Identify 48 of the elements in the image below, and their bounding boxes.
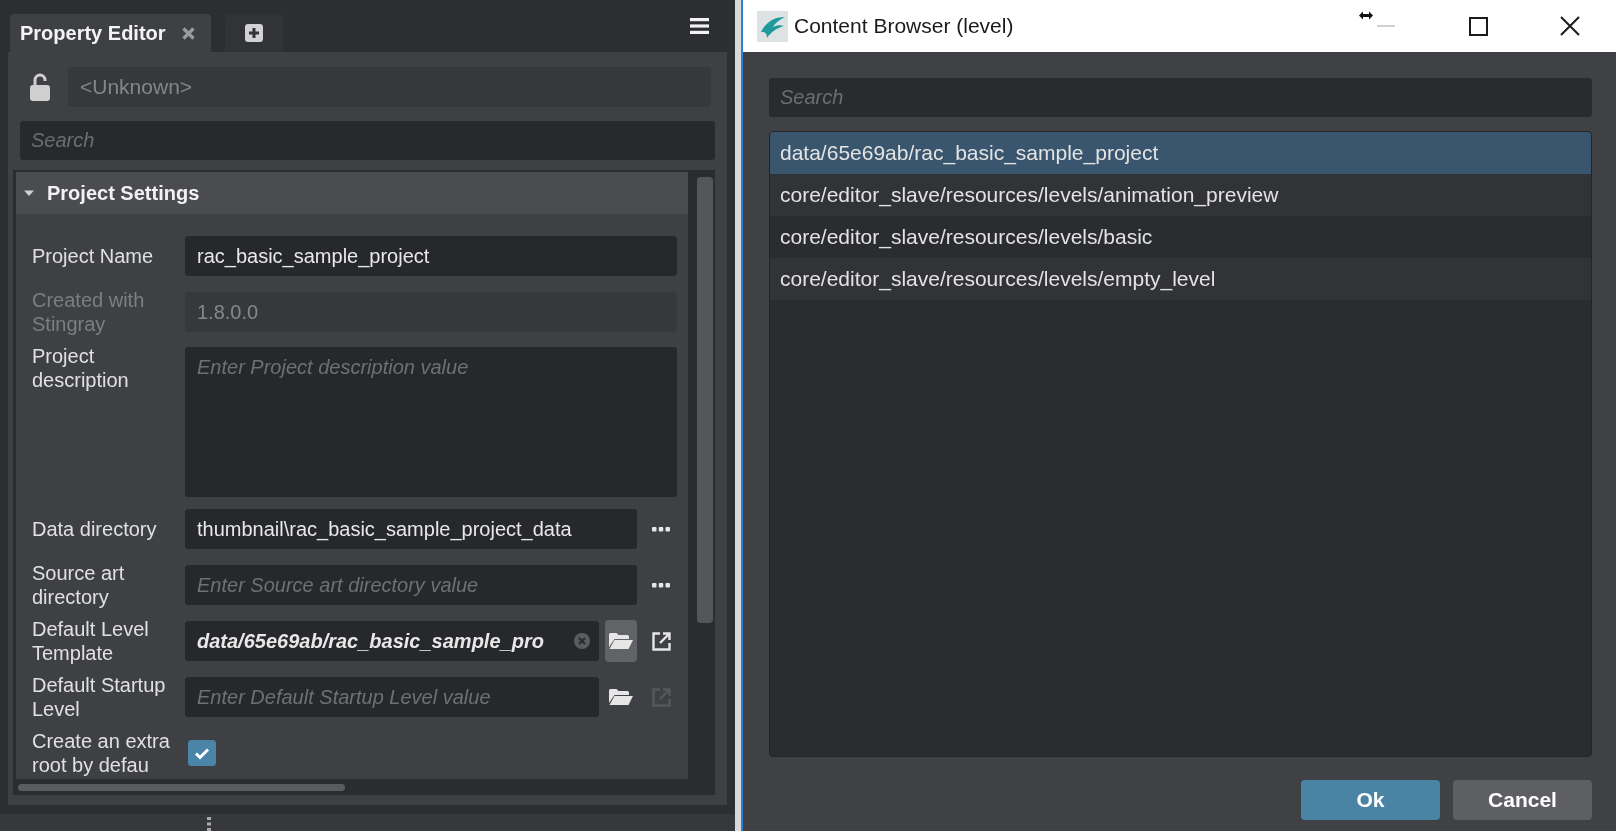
- property-label: Create an extra root by defau: [32, 729, 171, 777]
- ellipsis-icon: [652, 582, 670, 588]
- property-label: Project Name: [32, 244, 155, 268]
- property-label: Data directory: [32, 517, 158, 541]
- maximize-icon: [1468, 16, 1488, 36]
- folder-icon: [609, 688, 633, 706]
- vertical-scrollbar[interactable]: [697, 177, 713, 623]
- property-label: Created with Stingray: [32, 288, 146, 336]
- path-field[interactable]: Enter Source art directory value: [185, 565, 637, 605]
- close-icon: [1560, 16, 1580, 36]
- cancel-button[interactable]: Cancel: [1453, 780, 1592, 820]
- horizontal-scrollbar[interactable]: [18, 783, 345, 791]
- list-item[interactable]: core/editor_slave/resources/levels/empty_level: [770, 258, 1591, 300]
- property-label: Source art directory: [32, 561, 126, 609]
- text-field[interactable]: rac_basic_sample_project: [185, 236, 677, 276]
- resource-field[interactable]: data/65e69ab/rac_basic_sample_pro: [185, 621, 599, 661]
- property-label: Default Startup Level: [32, 673, 167, 721]
- external-link-icon: [650, 630, 672, 652]
- search-field[interactable]: Search: [769, 78, 1592, 117]
- property-label: Default Level Template: [32, 617, 150, 665]
- section-title: Project Settings: [47, 181, 200, 205]
- tab[interactable]: Property Editor: [10, 14, 211, 52]
- section-header[interactable]: Project Settings: [16, 172, 688, 214]
- checkbox[interactable]: [188, 740, 216, 766]
- check-icon: [194, 746, 210, 760]
- ok-button[interactable]: Ok: [1301, 780, 1440, 820]
- list-item[interactable]: data/65e69ab/rac_basic_sample_project: [770, 132, 1591, 174]
- list-item[interactable]: core/editor_slave/resources/levels/basic: [770, 216, 1591, 258]
- plus-icon: [244, 24, 263, 42]
- menu-icon: [690, 18, 709, 34]
- splitter-grip-icon[interactable]: [207, 817, 211, 831]
- menu-button[interactable]: [690, 18, 709, 34]
- window-title: Content Browser (level): [794, 14, 1014, 38]
- open-padlock-icon[interactable]: [29, 72, 51, 102]
- search-field[interactable]: Search: [20, 121, 715, 160]
- text-area[interactable]: Enter Project description value: [185, 347, 677, 497]
- minimize-icon: [1377, 25, 1395, 27]
- resource-field[interactable]: Enter Default Startup Level value: [185, 677, 599, 717]
- path-field[interactable]: thumbnail\rac_basic_sample_project_data: [185, 509, 637, 549]
- ellipsis-icon: [652, 526, 670, 532]
- folder-icon: [609, 632, 633, 650]
- browse-folder-button[interactable]: [605, 620, 637, 662]
- logo-icon: [757, 10, 788, 42]
- property-label: Project description: [32, 344, 130, 392]
- add-tab-button[interactable]: [224, 14, 283, 52]
- close-icon[interactable]: [181, 26, 195, 40]
- list-item[interactable]: core/editor_slave/resources/levels/animation_preview: [770, 174, 1591, 216]
- resize-cursor-icon: [1359, 11, 1373, 20]
